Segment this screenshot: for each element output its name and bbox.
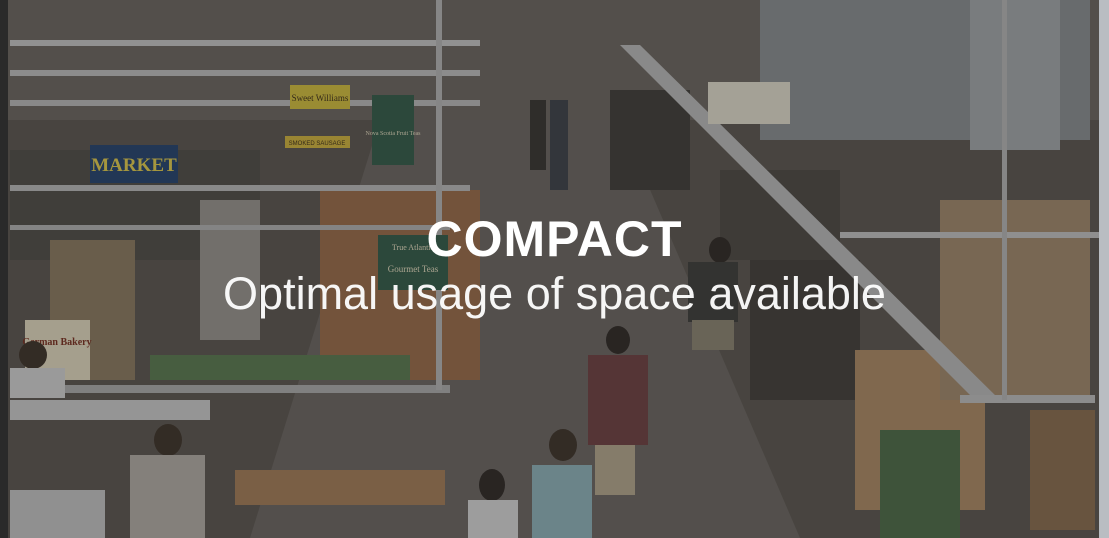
hero-caption: COMPACT Optimal usage of space available [0,210,1109,320]
hero-banner: MARKET Sweet Williams SMOKED SAUSAGE Nov… [0,0,1109,538]
hero-subheadline: Optimal usage of space available [223,268,886,319]
hero-headline: COMPACT [426,211,683,267]
